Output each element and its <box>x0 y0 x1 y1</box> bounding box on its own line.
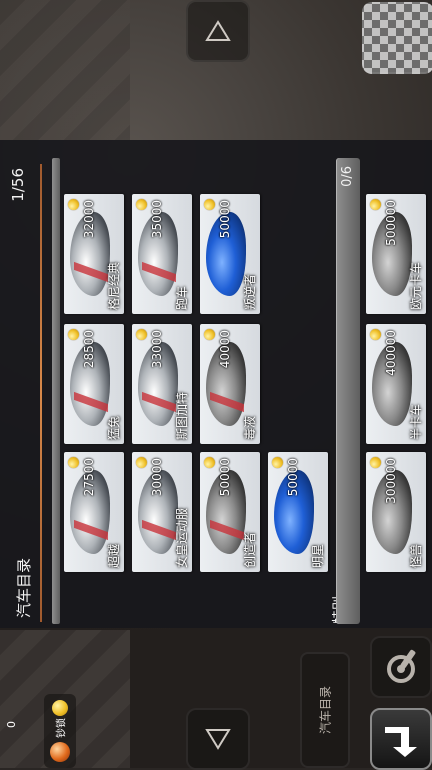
car-name: 女皇运动服 <box>175 507 189 568</box>
coin-icon <box>136 199 147 210</box>
catalog-rotated-content: 汽车目录 1/56 27500 超越 28500 猛兔 32000 格尼经典 3… <box>0 140 432 628</box>
car-catalog-tab-label: 汽车目录 <box>318 685 333 735</box>
car-card[interactable]: 50000 叛逆者 <box>200 194 260 314</box>
next-arrow-button[interactable] <box>186 708 250 770</box>
wall-pattern <box>0 0 130 140</box>
coin-icon <box>370 199 381 210</box>
currency-hud: 钞锁 <box>44 694 76 768</box>
coin-icon <box>370 457 381 468</box>
car-name: 半卡车 <box>409 403 423 440</box>
car-price: 27500 <box>82 458 96 497</box>
coin-icon <box>204 199 215 210</box>
car-card[interactable]: 50000 明星 <box>268 452 328 572</box>
car-catalog-tab[interactable]: 汽车目录 <box>300 652 350 768</box>
car-name: 欧元卡车 <box>409 261 423 310</box>
triangle-up-icon <box>205 20 231 41</box>
car-card[interactable]: 27500 超越 <box>64 452 124 572</box>
car-name: 毒液 <box>243 415 257 440</box>
catalog-scroll-bar[interactable] <box>52 158 60 624</box>
car-price: 300000 <box>384 458 398 504</box>
coin-icon <box>68 199 79 210</box>
coin-icon <box>136 457 147 468</box>
special-car-card[interactable]: 500000 欧元卡车 <box>366 194 426 314</box>
car-price: 500000 <box>384 200 398 246</box>
title-underline <box>40 164 42 622</box>
car-name: 怪兽 <box>409 543 423 568</box>
coin-icon <box>204 457 215 468</box>
car-card[interactable]: 28500 猛兔 <box>64 324 124 444</box>
car-card[interactable]: 33000 斯图加特 <box>132 324 192 444</box>
coin-icon <box>370 329 381 340</box>
coin-icon <box>68 457 79 468</box>
coin-icon <box>68 329 79 340</box>
car-name: 猛兔 <box>107 415 121 440</box>
currency-label: 钞锁 <box>56 718 68 738</box>
car-name: 斯图加特 <box>175 391 189 440</box>
car-price: 33000 <box>150 330 164 369</box>
car-name: 超越 <box>107 543 121 568</box>
car-name: 明星 <box>311 543 325 568</box>
car-price: 28500 <box>82 330 96 369</box>
car-price: 400000 <box>384 330 398 376</box>
coin-count: 0 <box>5 721 18 728</box>
car-card[interactable]: 40000 毒液 <box>200 324 260 444</box>
special-car-card[interactable]: 400000 半卡车 <box>366 324 426 444</box>
car-price: 30000 <box>150 458 164 497</box>
car-name: 叛逆者 <box>243 273 257 310</box>
car-price: 50000 <box>218 200 232 239</box>
car-price: 50000 <box>286 458 300 497</box>
coin-icon <box>272 457 283 468</box>
back-arrow-icon <box>385 727 417 757</box>
car-price: 50000 <box>218 458 232 497</box>
car-card[interactable]: 32000 格尼经典 <box>64 194 124 314</box>
car-name: 格尼经典 <box>107 261 121 310</box>
coin-icon <box>52 700 68 716</box>
coin-icon <box>204 329 215 340</box>
checkered-flag-button[interactable] <box>362 2 432 74</box>
coin-icon <box>136 329 147 340</box>
car-card[interactable]: 30000 女皇运动服 <box>132 452 192 572</box>
car-name: 创造者 <box>243 531 257 568</box>
wrench-wheel-icon <box>387 649 416 683</box>
special-section-bar[interactable]: 0/6 <box>336 158 360 624</box>
triangle-down-icon <box>205 729 231 750</box>
car-price: 32000 <box>82 200 96 239</box>
car-price: 40000 <box>218 330 232 369</box>
car-catalog-panel: 汽车目录 1/56 27500 超越 28500 猛兔 32000 格尼经典 3… <box>0 140 432 628</box>
catalog-count: 1/56 <box>9 168 27 202</box>
car-card[interactable]: 35000 跑车 <box>132 194 192 314</box>
car-card[interactable]: 50000 创造者 <box>200 452 260 572</box>
car-name: 跑车 <box>175 285 189 310</box>
gem-icon <box>50 742 70 762</box>
special-car-card[interactable]: 300000 怪兽 <box>366 452 426 572</box>
prev-arrow-button[interactable] <box>186 0 250 62</box>
car-price: 35000 <box>150 200 164 239</box>
back-button[interactable] <box>370 708 432 770</box>
wheel-tool-button[interactable] <box>370 636 432 698</box>
special-count: 0/6 <box>340 166 355 187</box>
